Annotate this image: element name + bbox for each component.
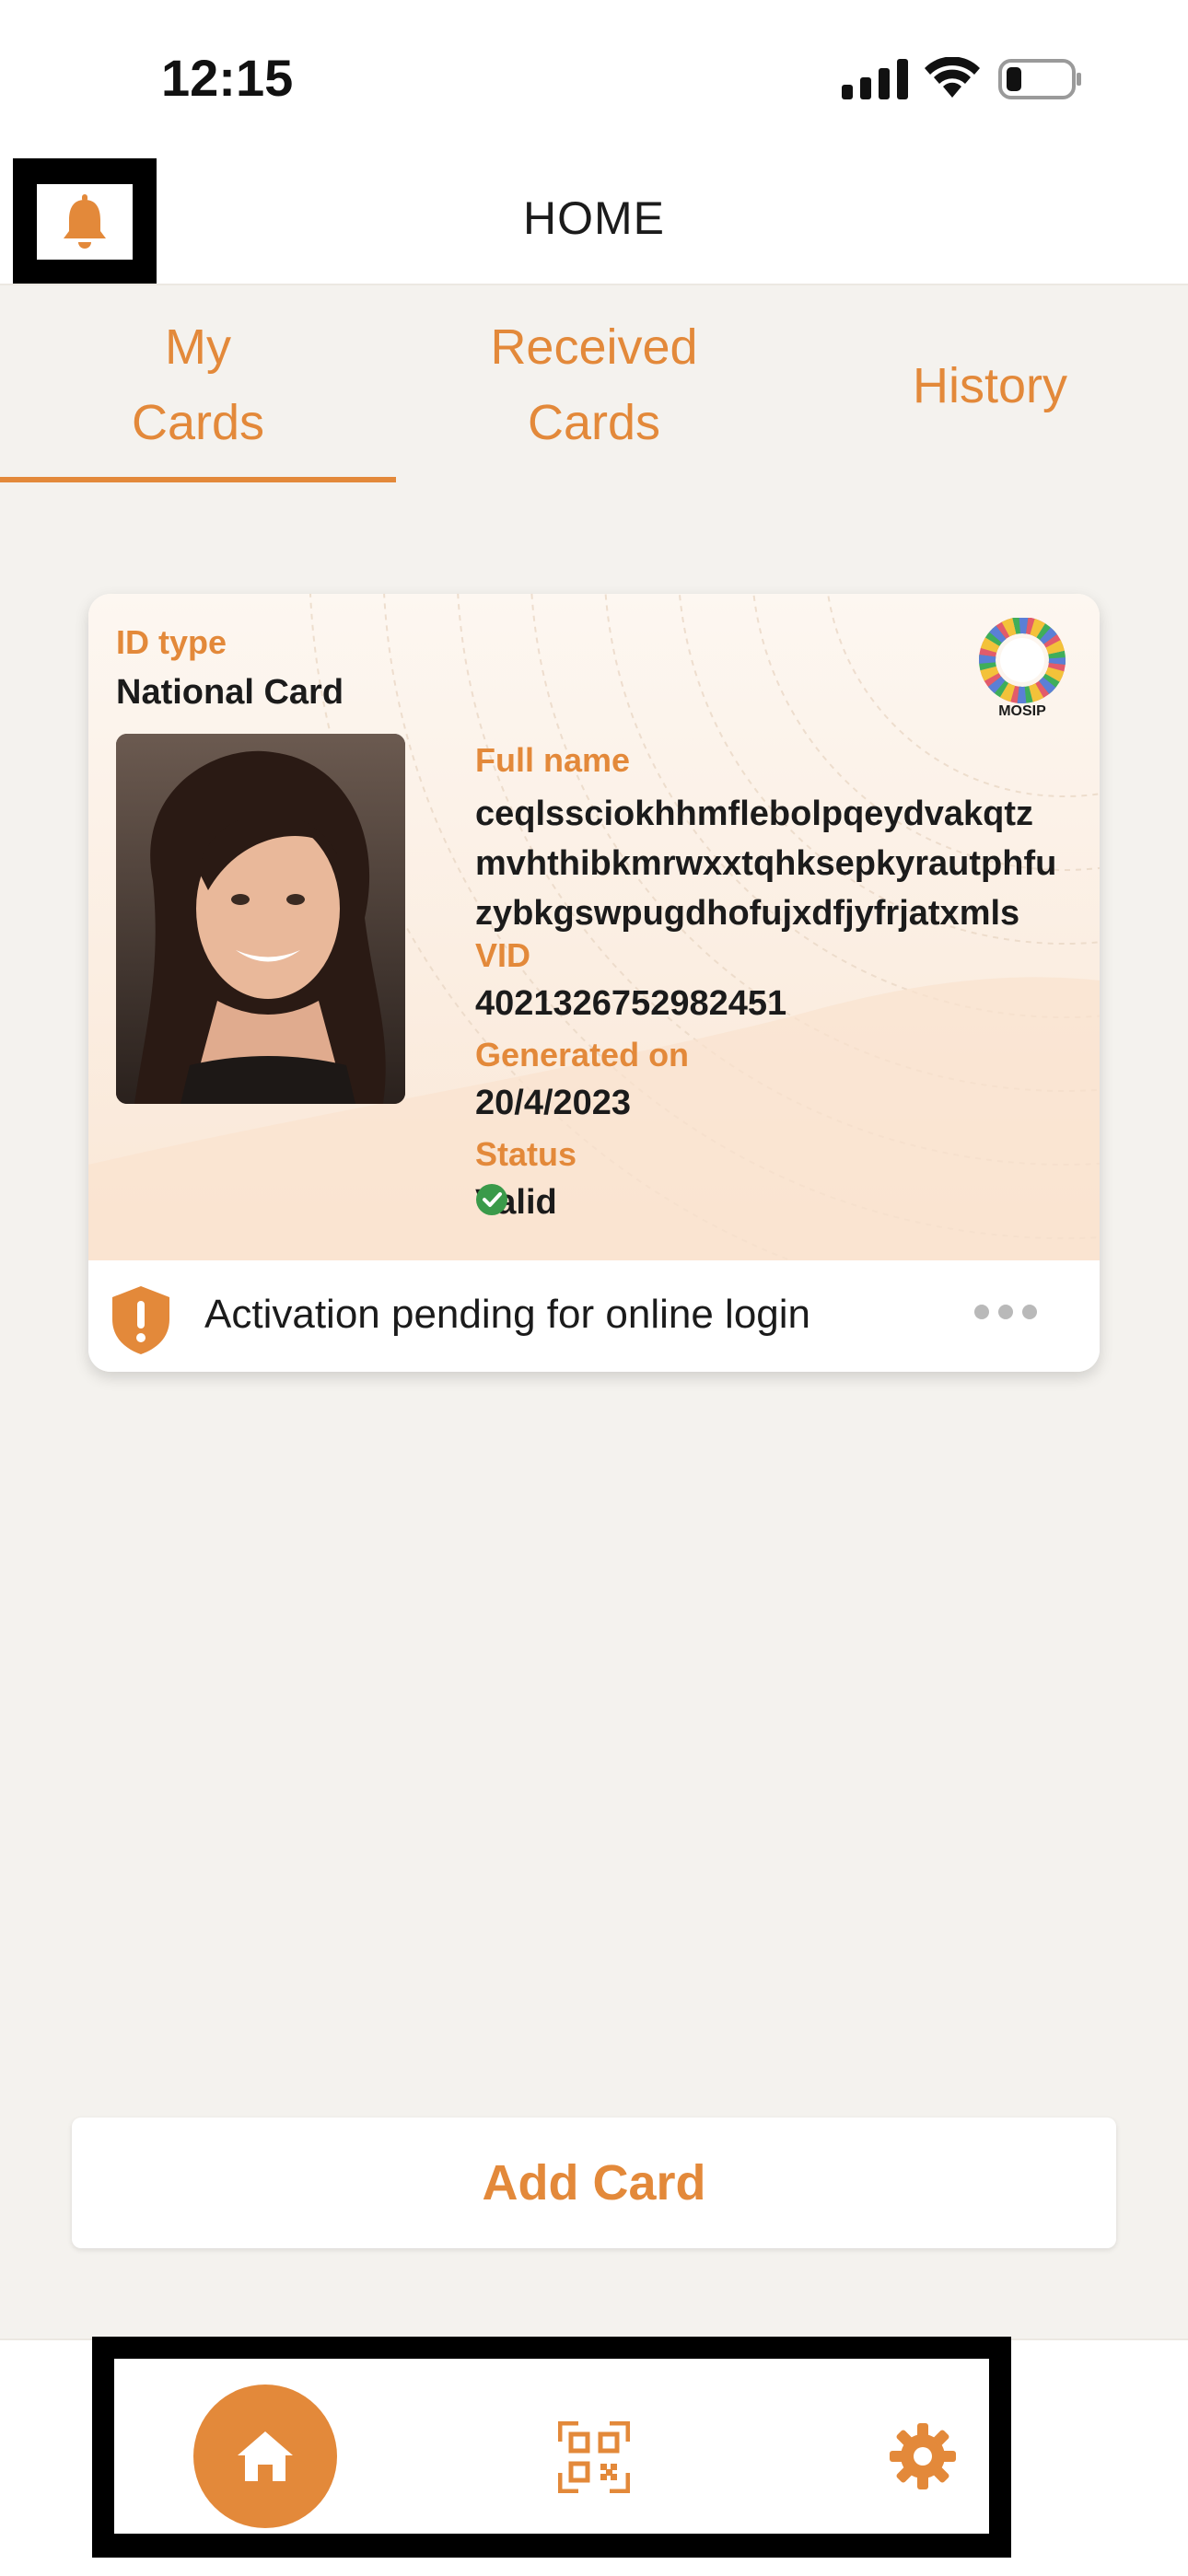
status-value: Valid (475, 1183, 557, 1223)
full-name-line: zybkgswpugdhofujxdfjyfrjatxmls (475, 894, 1020, 933)
nav-scan-button[interactable] (557, 2420, 631, 2497)
nav-home-button[interactable] (193, 2385, 337, 2528)
check-circle-icon (476, 1184, 507, 1215)
id-card[interactable]: ID type National Card MOSIP Full name ce… (88, 594, 1100, 1372)
id-type-label: ID type (116, 623, 227, 661)
home-icon (238, 2431, 293, 2481)
more-options-icon[interactable] (974, 1305, 1037, 1319)
full-name-label: Full name (475, 741, 631, 779)
settings-icon (890, 2423, 956, 2489)
shield-warning-icon (112, 1286, 169, 1354)
tab-label: Cards (131, 395, 265, 450)
tab-label: Received (490, 319, 698, 375)
battery-icon (998, 59, 1081, 99)
qr-scan-icon (557, 2420, 631, 2494)
vid-value: 4021326752982451 (475, 984, 787, 1023)
card-footer: Activation pending for online login (88, 1260, 1100, 1372)
generated-on-value: 20/4/2023 (475, 1084, 632, 1122)
nav-settings-button[interactable] (888, 2421, 958, 2495)
card-face: ID type National Card MOSIP Full name ce… (88, 594, 1100, 1260)
generated-on-label: Generated on (475, 1036, 690, 1073)
svg-text:MOSIP: MOSIP (998, 703, 1046, 719)
active-tab-indicator (0, 477, 396, 482)
full-name-line: ceqlssciokhhmflebolpqeydvakqtz (475, 795, 1034, 833)
page-title: HOME (523, 192, 665, 244)
cellular-signal-icon (842, 59, 908, 99)
tab-my-cards[interactable]: My Cards (0, 309, 396, 460)
tab-received-cards[interactable]: Received Cards (396, 309, 792, 460)
wifi-icon (925, 57, 980, 98)
tab-label: History (912, 358, 1067, 413)
vid-label: VID (475, 936, 531, 974)
status-label: Status (475, 1135, 577, 1173)
add-card-button[interactable]: Add Card (72, 2118, 1116, 2248)
status-time: 12:15 (161, 49, 294, 107)
activation-status-text: Activation pending for online login (204, 1292, 811, 1337)
id-type-value: National Card (116, 673, 344, 712)
profile-photo (116, 734, 405, 1104)
tab-label: My (165, 319, 231, 375)
tab-history[interactable]: History (792, 348, 1188, 424)
tab-label: Cards (527, 395, 661, 450)
full-name-value: ceqlssciokhhmflebolpqeydvakqtz mvhthibkm… (475, 789, 1100, 938)
full-name-line: mvhthibkmrwxxtqhksepkyrautphfu (475, 844, 1057, 883)
